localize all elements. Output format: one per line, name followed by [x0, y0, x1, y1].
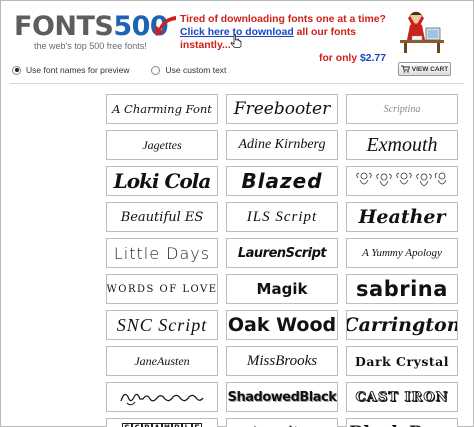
- scramble-tile: C: [132, 423, 142, 427]
- font-sample[interactable]: CAST IRON: [346, 382, 458, 412]
- radio-font-names[interactable]: [12, 65, 21, 75]
- scramble-tile: S: [122, 423, 132, 427]
- cherub-dingbat-icon: [356, 172, 447, 186]
- site-logo[interactable]: FONTS500: [14, 11, 169, 42]
- font-sample[interactable]: A Charming Font: [106, 94, 218, 124]
- radio-custom-text[interactable]: [151, 65, 161, 75]
- promo-banner: Tired of downloading fonts one at a time…: [180, 13, 398, 65]
- font-sample-grid: A Charming Font Freebooter Scriptina Jag…: [106, 94, 460, 427]
- font-sample[interactable]: SNC Script: [106, 310, 218, 340]
- font-sample-dingbat[interactable]: [346, 166, 458, 196]
- font-sample[interactable]: LaurenScript: [226, 238, 338, 268]
- font-sample[interactable]: Exmouth: [346, 130, 458, 160]
- font-sample[interactable]: Oak Wood: [226, 310, 338, 340]
- font-sample[interactable]: Angelina: [226, 418, 338, 427]
- hand-cursor-icon: [230, 34, 242, 48]
- red-arrow-icon: [155, 16, 176, 36]
- header-divider: [10, 83, 464, 84]
- font-sample[interactable]: Little Days: [106, 238, 218, 268]
- cart-icon: [400, 65, 410, 73]
- illegible-script-sample: [120, 393, 204, 406]
- scramble-tile: A: [152, 423, 162, 427]
- font-sample[interactable]: Adine Kirnberg: [226, 130, 338, 160]
- scramble-tile: M: [162, 423, 172, 427]
- price-value: $2.77: [359, 53, 386, 64]
- font-sample[interactable]: Carrington: [346, 310, 458, 340]
- scramble-tile: B: [172, 423, 182, 427]
- scramble-tiles: SCRAMBLE: [122, 419, 202, 427]
- preview-options: Use font names for preview Use custom te…: [12, 63, 226, 77]
- font-sample[interactable]: Blazed: [226, 166, 338, 196]
- scramble-tile: E: [192, 423, 202, 427]
- scramble-tile: L: [182, 423, 192, 427]
- site-tagline: the web's top 500 free fonts!: [34, 41, 147, 51]
- font-sample[interactable]: ShadowedBlack: [226, 382, 338, 412]
- scramble-tile: R: [142, 423, 152, 427]
- font-sample[interactable]: Jagettes: [106, 130, 218, 160]
- logo-text-fonts: FONTS: [14, 11, 114, 42]
- price-label: for only: [319, 53, 360, 64]
- radio-custom-text-label[interactable]: Use custom text: [165, 65, 226, 75]
- font-sample[interactable]: Dark Crystal: [346, 346, 458, 376]
- promo-headline: Tired of downloading fonts one at a time…: [180, 14, 386, 25]
- font-sample[interactable]: ILS Script: [226, 202, 338, 232]
- font-sample-illegible[interactable]: [106, 382, 218, 412]
- font-sample[interactable]: Heather: [346, 202, 458, 232]
- view-cart-label: VIEW CART: [411, 65, 449, 73]
- font-sample[interactable]: SCRAMBLE: [106, 418, 218, 427]
- font-sample[interactable]: JaneAusten: [106, 346, 218, 376]
- font-sample[interactable]: sabrina: [346, 274, 458, 304]
- font-sample[interactable]: Black Rose: [346, 418, 458, 427]
- view-cart-button[interactable]: VIEW CART: [398, 62, 451, 76]
- font-sample[interactable]: Loki Cola: [106, 166, 218, 196]
- font-sample[interactable]: Freebooter: [226, 94, 338, 124]
- frustrated-man-illustration: [400, 11, 444, 53]
- font-sample[interactable]: Beautiful ES: [106, 202, 218, 232]
- font-sample[interactable]: Magik: [226, 274, 338, 304]
- radio-font-names-label[interactable]: Use font names for preview: [26, 65, 129, 75]
- font-sample[interactable]: Scriptina: [346, 94, 458, 124]
- font-sample[interactable]: A Yummy Apology: [346, 238, 458, 268]
- font-sample[interactable]: WORDS OF LOVE: [106, 274, 218, 304]
- font-sample[interactable]: MissBrooks: [226, 346, 338, 376]
